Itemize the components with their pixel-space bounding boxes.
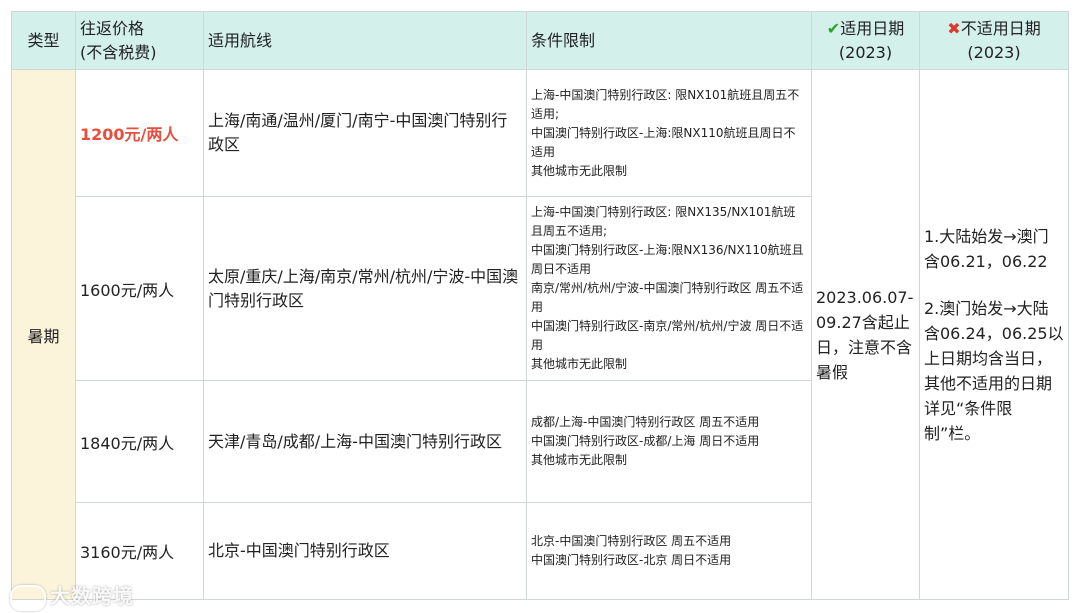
not-applicable-dates-cell: 1.大陆始发→澳门含06.21，06.22 2.澳门始发→大陆含06.24，06… — [919, 69, 1069, 600]
condition-line: 上海-中国澳门特别行政区: 限NX101航班且周五不适用; — [531, 87, 800, 121]
condition-line: 中国澳门特别行政区-南京/常州/杭州/宁波 周日不适用 — [531, 319, 804, 352]
route-cell: 太原/重庆/上海/南京/常州/杭州/宁波-中国澳门特别行政区 — [203, 196, 527, 381]
header-type: 类型 — [11, 11, 76, 70]
table-row: 暑期 1200元/两人 上海/南通/温州/厦门/南宁-中国澳门特别行政区 上海-… — [11, 69, 1069, 600]
conditions-cell: 上海-中国澳门特别行政区: 限NX135/NX101航班且周五不适用; 中国澳门… — [526, 196, 812, 381]
conditions-cell: 成都/上海-中国澳门特别行政区 周五不适用 中国澳门特别行政区-成都/上海 周日… — [526, 380, 812, 503]
price-cell: 1200元/两人 — [75, 69, 204, 197]
not-applicable-part1: 1.大陆始发→澳门含06.21，06.22 — [924, 226, 1049, 271]
header-applicable-dates: ✔适用日期 (2023) — [811, 11, 920, 70]
condition-line: 中国澳门特别行政区-成都/上海 周日不适用 — [531, 434, 760, 448]
price-cell: 1840元/两人 — [75, 380, 204, 503]
price-cell: 1600元/两人 — [75, 196, 204, 381]
condition-line: 中国澳门特别行政区-上海:限NX110航班且周日不适用 — [531, 125, 796, 159]
watermark: 大数跨境 — [10, 580, 134, 611]
conditions-cell: 上海-中国澳门特别行政区: 限NX101航班且周五不适用; 中国澳门特别行政区-… — [526, 69, 812, 197]
header-not-applicable-dates: ✖不适用日期 (2023) — [919, 11, 1069, 70]
watermark-text: 大数跨境 — [50, 584, 134, 608]
type-cell: 暑期 — [11, 69, 76, 600]
header-route: 适用航线 — [203, 11, 527, 70]
conditions-cell: 北京-中国澳门特别行政区 周五不适用 中国澳门特别行政区-北京 周日不适用 — [526, 502, 812, 600]
header-applicable-year: (2023) — [838, 42, 893, 62]
condition-line: 南京/常州/杭州/宁波-中国澳门特别行政区 周五不适用 — [531, 281, 804, 314]
fare-table: 类型 往返价格 (不含税费) 适用航线 条件限制 ✔适用日期 (2023) ✖不… — [11, 11, 1069, 600]
route-cell: 北京-中国澳门特别行政区 — [203, 502, 527, 600]
header-price-line1: 往返价格 — [80, 18, 145, 38]
header-price-line2: (不含税费) — [80, 42, 157, 62]
condition-line: 中国澳门特别行政区-上海:限NX136/NX110航班且周日不适用 — [531, 243, 804, 276]
header-applicable-label: 适用日期 — [840, 18, 905, 38]
condition-line: 上海-中国澳门特别行政区: 限NX135/NX101航班且周五不适用; — [531, 205, 796, 238]
header-price: 往返价格 (不含税费) — [75, 11, 204, 70]
check-icon: ✔ — [826, 18, 841, 38]
route-cell: 天津/青岛/成都/上海-中国澳门特别行政区 — [203, 380, 527, 503]
condition-line: 其他城市无此限制 — [531, 357, 628, 371]
header-row: 类型 往返价格 (不含税费) 适用航线 条件限制 ✔适用日期 (2023) ✖不… — [11, 11, 1069, 70]
header-conditions: 条件限制 — [526, 11, 812, 70]
cross-icon: ✖ — [947, 18, 961, 38]
not-applicable-part2: 2.澳门始发→大陆含06.24，06.25以上日期均含当日，其他不适用的日期详见… — [924, 298, 1064, 443]
applicable-dates-cell: 2023.06.07-09.27含起止日，注意不含暑假 — [811, 69, 920, 600]
watermark-logo-icon — [10, 584, 46, 611]
header-not-applicable-year: (2023) — [967, 42, 1021, 62]
condition-line: 北京-中国澳门特别行政区 周五不适用 — [531, 534, 732, 548]
condition-line: 中国澳门特别行政区-北京 周日不适用 — [531, 553, 732, 567]
condition-line: 其他城市无此限制 — [531, 453, 628, 467]
header-not-applicable-label: 不适用日期 — [960, 18, 1041, 38]
route-cell: 上海/南通/温州/厦门/南宁-中国澳门特别行政区 — [203, 69, 527, 197]
condition-line: 成都/上海-中国澳门特别行政区 周五不适用 — [531, 415, 760, 429]
condition-line: 其他城市无此限制 — [531, 163, 628, 178]
